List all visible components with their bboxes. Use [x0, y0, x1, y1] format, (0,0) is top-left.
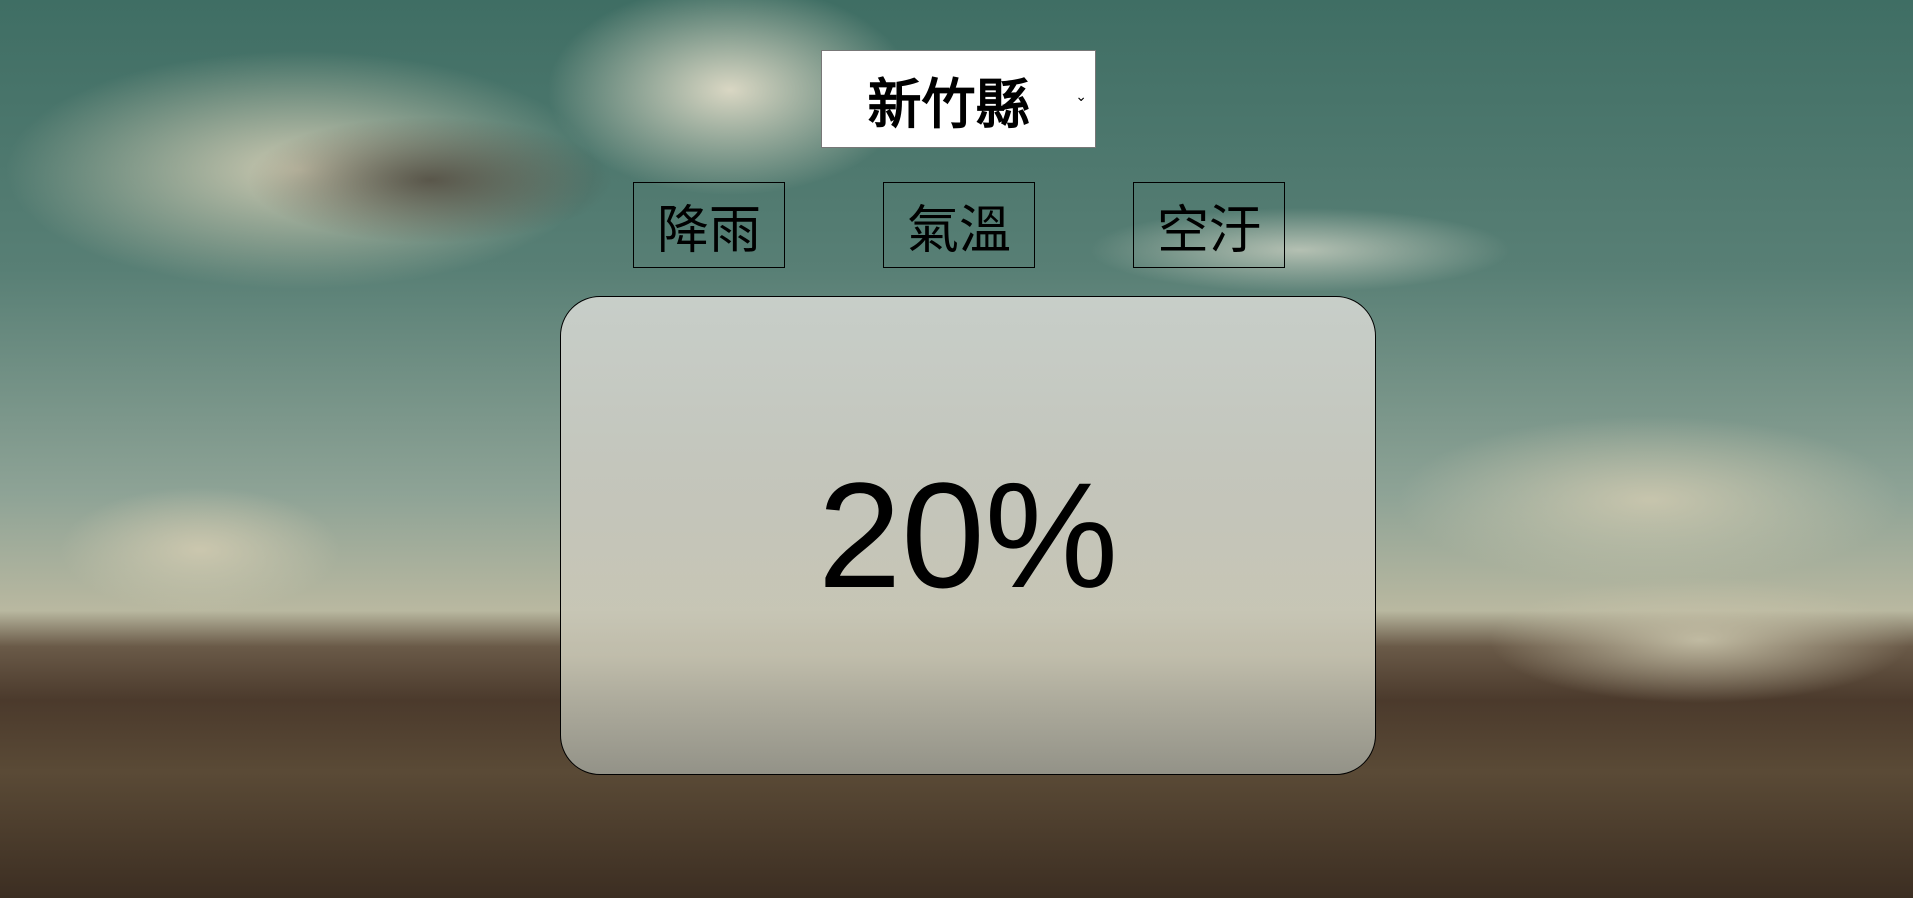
location-select-value: 新竹縣 [867, 72, 1030, 136]
location-select[interactable]: 新竹縣 ⌄ [821, 50, 1096, 148]
info-card: 20% [560, 296, 1376, 775]
info-value: 20% [817, 451, 1119, 619]
chevron-down-icon: ⌄ [1075, 89, 1087, 105]
tab-rainfall[interactable]: 降雨 [633, 182, 785, 268]
tab-air-pollution[interactable]: 空汙 [1133, 182, 1285, 268]
tab-temperature[interactable]: 氣溫 [883, 182, 1035, 268]
